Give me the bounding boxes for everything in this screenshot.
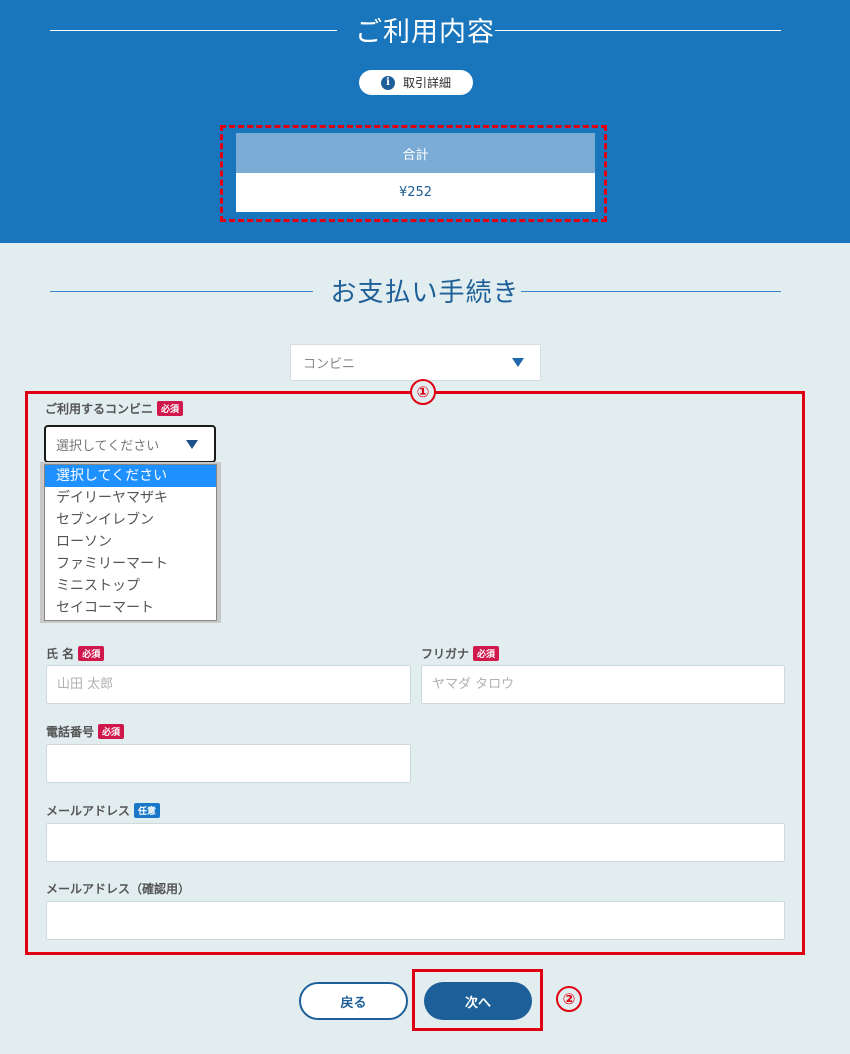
kana-label-text: フリガナ [421, 647, 470, 661]
store-select-value: 選択してください [56, 438, 160, 454]
annotation-marker-2: ② [556, 986, 582, 1012]
store-dropdown-list: 選択してください デイリーヤマザキ セブンイレブン ローソン ファミリーマート … [44, 464, 217, 621]
next-button[interactable]: 次へ [424, 982, 532, 1020]
email-input[interactable] [46, 823, 785, 862]
store-option-placeholder[interactable]: 選択してください [45, 465, 216, 487]
payment-method-select[interactable]: コンビニ [290, 344, 541, 381]
total-label: 合計 [236, 133, 595, 173]
email-confirm-field-label: メールアドレス（確認用） [46, 880, 190, 897]
name-label-text: 氏 名 [46, 647, 75, 661]
chevron-down-icon [512, 358, 524, 367]
store-field-label: ご利用するコンビニ 必須 [45, 400, 184, 417]
store-option-lawson[interactable]: ローソン [45, 531, 216, 553]
email-label-text: メールアドレス [46, 804, 131, 818]
store-label-text: ご利用するコンビニ [45, 402, 154, 416]
phone-label-text: 電話番号 [46, 725, 95, 739]
required-badge: 必須 [78, 646, 105, 661]
kana-input[interactable] [421, 665, 785, 704]
phone-field-label: 電話番号 必須 [46, 723, 125, 740]
annotation-marker-1: ① [410, 379, 436, 405]
kana-field-label: フリガナ 必須 [421, 645, 500, 662]
usage-title: ご利用内容 [355, 17, 495, 48]
required-badge: 必須 [157, 401, 184, 416]
email-confirm-input[interactable] [46, 901, 785, 940]
usage-section: ご利用内容 i 取引詳細 合計 ¥252 [0, 0, 850, 243]
email-field-label: メールアドレス 任意 [46, 802, 161, 819]
phone-input[interactable] [46, 744, 411, 783]
store-select[interactable]: 選択してください [44, 425, 216, 463]
store-option-seven-eleven[interactable]: セブンイレブン [45, 509, 216, 531]
name-field-label: 氏 名 必須 [46, 645, 105, 662]
chevron-down-icon [186, 439, 198, 449]
store-option-seicomart[interactable]: セイコーマート [45, 597, 216, 619]
store-dropdown: 選択してください デイリーヤマザキ セブンイレブン ローソン ファミリーマート … [40, 462, 221, 623]
store-option-ministop[interactable]: ミニストップ [45, 575, 216, 597]
required-badge: 必須 [98, 724, 125, 739]
payment-method-value: コンビニ [303, 357, 356, 372]
name-input[interactable] [46, 665, 411, 704]
store-option-familymart[interactable]: ファミリーマート [45, 553, 216, 575]
payment-title: お支払い手続き [330, 278, 520, 308]
transaction-detail-label: 取引詳細 [402, 76, 451, 90]
required-badge: 必須 [473, 646, 500, 661]
transaction-detail-button[interactable]: i 取引詳細 [359, 70, 473, 95]
store-option-daily-yamazaki[interactable]: デイリーヤマザキ [45, 487, 216, 509]
back-button[interactable]: 戻る [299, 982, 408, 1020]
email-confirm-label-text: メールアドレス（確認用） [46, 882, 191, 896]
optional-badge: 任意 [134, 803, 161, 818]
total-value: ¥252 [236, 173, 595, 212]
info-icon: i [380, 75, 395, 90]
